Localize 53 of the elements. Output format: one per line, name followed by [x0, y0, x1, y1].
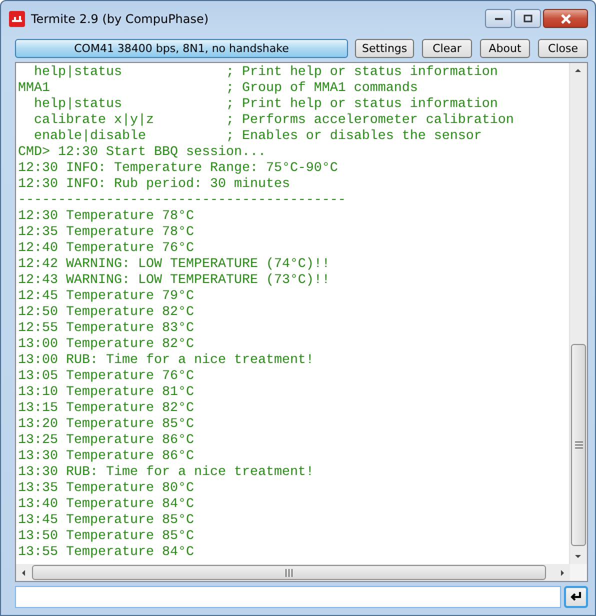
- scroll-thumb[interactable]: [571, 344, 586, 546]
- command-input[interactable]: [15, 586, 561, 608]
- terminal-line: 13:30 Temperature 86°C: [18, 449, 195, 465]
- terminal-line: -----------------------------------------: [18, 193, 347, 209]
- terminal-line: 13:00 RUB: Time for a nice treatment!: [18, 353, 315, 369]
- terminal-line: 13:20 Temperature 85°C: [18, 417, 195, 433]
- terminal-line: 13:50 Temperature 85°C: [18, 529, 195, 545]
- terminal-line: CMD> 12:30 Start BBQ session...: [18, 145, 267, 161]
- terminal-line: 13:00 Temperature 82°C: [18, 337, 195, 353]
- toolbar-button[interactable]: Close: [538, 38, 588, 58]
- scroll-thumb[interactable]: [32, 565, 546, 580]
- terminal-line: 12:50 Temperature 82°C: [18, 305, 195, 321]
- terminal-line: 12:30 INFO: Temperature Range: 75°C-90°C: [18, 161, 339, 177]
- send-button[interactable]: [564, 586, 588, 608]
- connection-status-button[interactable]: COM41 38400 bps, 8N1, no handshake: [15, 38, 348, 58]
- window-title: Termite 2.9 (by CompuPhase): [31, 12, 209, 26]
- terminal-line: MMA1 ; Group of MMA1 commands: [18, 81, 419, 97]
- terminal-line: 12:45 Temperature 79°C: [18, 289, 195, 305]
- minimize-icon: [494, 16, 504, 20]
- terminal-line: 13:55 Temperature 84°C: [18, 545, 195, 561]
- terminal-line: 13:25 Temperature 86°C: [18, 433, 195, 449]
- enter-icon: [569, 591, 583, 603]
- toolbar-button[interactable]: Settings: [355, 38, 414, 58]
- terminal-line: calibrate x|y|z ; Performs accelerometer calibration: [32, 113, 515, 129]
- terminal-line: 13:35 Temperature 80°C: [18, 481, 195, 497]
- minimize-button[interactable]: [485, 9, 512, 28]
- terminal-line: 13:30 RUB: Time for a nice treatment!: [18, 465, 315, 481]
- maximize-button[interactable]: [514, 9, 541, 28]
- terminal-line: 13:10 Temperature 81°C: [18, 385, 195, 401]
- horizontal-scrollbar[interactable]: [16, 564, 570, 581]
- close-icon: [560, 14, 572, 24]
- terminal-line: enable|disable ; Enables or disables the sensor: [32, 129, 483, 145]
- close-button[interactable]: [543, 9, 588, 28]
- terminal-line: 12:30 INFO: Rub period: 30 minutes: [18, 177, 291, 193]
- grip-icon: [285, 568, 293, 576]
- app-icon: [9, 11, 25, 27]
- grip-icon: [574, 441, 582, 449]
- terminal-line: 13:40 Temperature 84°C: [18, 497, 195, 513]
- terminal-line: 13:45 Temperature 85°C: [18, 513, 195, 529]
- terminal-line: 12:30 Temperature 78°C: [18, 209, 195, 225]
- maximize-icon: [522, 14, 532, 23]
- terminal-line: 12:43 WARNING: LOW TEMPERATURE (73°C)!!: [18, 273, 331, 289]
- terminal-line: help|status ; Print help or status information: [32, 97, 499, 113]
- terminal-line: 13:15 Temperature 82°C: [18, 401, 195, 417]
- terminal-line: 12:40 Temperature 76°C: [18, 241, 195, 257]
- terminal-line: 12:35 Temperature 78°C: [18, 225, 195, 241]
- terminal-line: 13:05 Temperature 76°C: [18, 369, 195, 385]
- vertical-scrollbar[interactable]: [569, 63, 587, 564]
- terminal-line: 12:55 Temperature 83°C: [18, 321, 195, 337]
- toolbar-button[interactable]: Clear: [422, 38, 472, 58]
- terminal-line: 12:42 WARNING: LOW TEMPERATURE (74°C)!!: [18, 257, 331, 273]
- terminal-line: help|status ; Print help or status information: [32, 65, 499, 81]
- toolbar-button[interactable]: About: [480, 38, 530, 58]
